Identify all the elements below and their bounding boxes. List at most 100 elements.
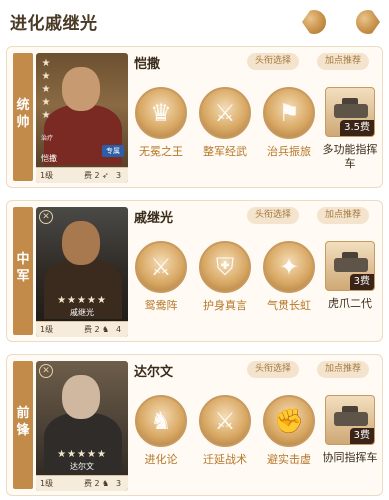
star-rating-icon: ★ ★ ★ ★ ★: [41, 58, 51, 121]
skill-glyph: ♞: [150, 407, 172, 435]
tactic-cost: 3.5费: [340, 120, 374, 136]
portrait-name: 达尔文: [70, 462, 94, 471]
hero-card-vanguard: 前锋 ✕ ★★★★★ 达尔文 1级 费 2 ♞ 3 达尔文 头衔选择 加点推荐 …: [6, 354, 383, 496]
command-vehicle-icon: 3费: [325, 395, 375, 445]
hero-card-center: 中军 ✕ ★★★★★ 戚继光 1级 费 2 ♞ 4 戚继光 头衔选择 加点推荐 …: [6, 200, 383, 342]
vehicle-body: [334, 412, 368, 426]
skill-name: 避实击虚: [267, 453, 311, 466]
title-select-button[interactable]: 头衔选择: [247, 207, 300, 224]
skill-name: 迁延战术: [203, 453, 247, 466]
tactic-name: 虎爪二代: [328, 297, 372, 310]
skill-glyph: ⚔: [214, 407, 236, 435]
soldiers-icon: ⚔: [199, 87, 251, 139]
hero-cost: 费 2: [84, 325, 100, 334]
banner-icon: ⚑: [263, 87, 315, 139]
skill-glyph: ✊: [274, 407, 304, 435]
hero-name: 达尔文: [134, 365, 174, 380]
hero-cost: 费 2: [84, 479, 100, 488]
hero-portrait[interactable]: ✕ ★★★★★ 达尔文 1级 费 2 ♞ 3: [36, 361, 128, 491]
position-strip: 统帅: [13, 53, 33, 181]
skill-slot[interactable]: ⚔ 整军经武: [192, 87, 258, 159]
hero-name: 恺撒: [134, 57, 161, 72]
helmet-icon: ♛: [135, 87, 187, 139]
skill-glyph: ⚑: [278, 99, 300, 127]
skill-slot[interactable]: ⚑ 治兵振旅: [256, 87, 322, 159]
arrow-icon: ➶: [102, 171, 109, 180]
troop-value: 3: [116, 479, 122, 488]
troop-value: 4: [116, 325, 122, 334]
skill-glyph: ⚔: [214, 99, 236, 127]
hero-name: 戚继光: [134, 211, 174, 226]
recommend-points-button[interactable]: 加点推荐: [317, 53, 370, 70]
hero-portrait[interactable]: ★ ★ ★ ★ ★ 治疗 恺撒 专属 1级 费 2 ➶ 3: [36, 53, 128, 183]
portrait-side-label: 治疗: [41, 135, 54, 142]
skill-name: 整军经武: [203, 145, 247, 158]
hero-card-commander: 统帅 ★ ★ ★ ★ ★ 治疗 恺撒 专属 1级 费 2 ➶ 3 恺撒 头衔选择 加点推…: [6, 46, 383, 188]
skill-name: 无冕之王: [139, 145, 183, 158]
star-rating: ★★★★★: [57, 449, 107, 460]
share-icon[interactable]: [302, 10, 326, 34]
command-vehicle-icon: 3.5费: [325, 87, 375, 137]
hero-level: 1级: [40, 325, 54, 334]
exclusive-badge: 专属: [102, 145, 124, 157]
tactic-cost: 3费: [349, 274, 374, 290]
recommend-points-button[interactable]: 加点推荐: [317, 207, 370, 224]
skill-slot[interactable]: ♛ 无冕之王: [128, 87, 194, 159]
remove-icon[interactable]: ✕: [39, 210, 53, 224]
remove-icon[interactable]: ✕: [39, 364, 53, 378]
soldier-icon: ⚔: [199, 395, 251, 447]
skill-name: 治兵振旅: [267, 145, 311, 158]
title-select-button[interactable]: 头衔选择: [247, 361, 300, 378]
skill-slot[interactable]: ⚔ 鸳鸯阵: [128, 241, 194, 313]
vehicle-body: [334, 104, 368, 118]
portrait-figure-head: [62, 67, 100, 111]
portrait-footer: 1级 费 2 ➶ 3: [36, 167, 128, 183]
recommend-points-button[interactable]: 加点推荐: [317, 361, 370, 378]
hero-portrait[interactable]: ✕ ★★★★★ 戚继光 1级 费 2 ♞ 4: [36, 207, 128, 337]
position-label: 前锋: [16, 406, 30, 438]
spears-icon: ⚔: [135, 241, 187, 293]
skill-name: 进化论: [144, 453, 178, 466]
tactic-name: 多功能指挥车: [322, 143, 378, 170]
portrait-footer: 1级 费 2 ♞ 4: [36, 321, 128, 337]
position-strip: 前锋: [13, 361, 33, 489]
skill-slot[interactable]: ♞ 进化论: [128, 395, 194, 467]
portrait-name: 戚继光: [70, 308, 94, 317]
skill-glyph: ⚔: [150, 253, 172, 281]
skill-name: 气贯长虹: [267, 299, 311, 312]
skill-glyph: ⛨: [216, 253, 234, 281]
warrior-icon: ✦: [263, 241, 315, 293]
hero-level: 1级: [40, 479, 54, 488]
tactic-cost: 3费: [349, 428, 374, 444]
vehicle-body: [334, 258, 368, 272]
portrait-side-name: 恺撒: [41, 154, 57, 163]
evolution-icon: ♞: [135, 395, 187, 447]
horse-icon: ♞: [102, 479, 110, 488]
header: 进化戚继光: [0, 0, 389, 44]
position-label: 统帅: [16, 98, 30, 130]
tank-icon: 3费: [325, 241, 375, 291]
tactic-slot[interactable]: 3费 虎爪二代: [320, 241, 380, 311]
title-select-button[interactable]: 头衔选择: [247, 53, 300, 70]
skill-glyph: ✦: [278, 253, 300, 281]
hero-level: 1级: [40, 171, 54, 180]
troop-value: 3: [116, 171, 122, 180]
tactic-name: 协同指挥车: [322, 451, 378, 464]
skill-slot[interactable]: ✦ 气贯长虹: [256, 241, 322, 313]
hero-cost: 费 2: [84, 171, 100, 180]
favorite-icon[interactable]: [356, 10, 380, 34]
skill-name: 鸳鸯阵: [144, 299, 178, 312]
skill-name: 护身真言: [203, 299, 247, 312]
skill-slot[interactable]: ⛨ 护身真言: [192, 241, 258, 313]
skill-slot[interactable]: ✊ 避实击虚: [256, 395, 322, 467]
skill-slot[interactable]: ⚔ 迁延战术: [192, 395, 258, 467]
skill-glyph: ♛: [150, 99, 172, 127]
position-label: 中军: [16, 252, 30, 284]
tactic-slot[interactable]: 3费 协同指挥车: [320, 395, 380, 465]
star-rating: ★★★★★: [57, 295, 107, 306]
fighter-icon: ✊: [263, 395, 315, 447]
page-title: 进化戚继光: [10, 14, 98, 34]
tactic-slot[interactable]: 3.5费 多功能指挥车: [320, 87, 380, 171]
portrait-figure-head: [62, 221, 100, 265]
horse-icon: ♞: [102, 325, 110, 334]
